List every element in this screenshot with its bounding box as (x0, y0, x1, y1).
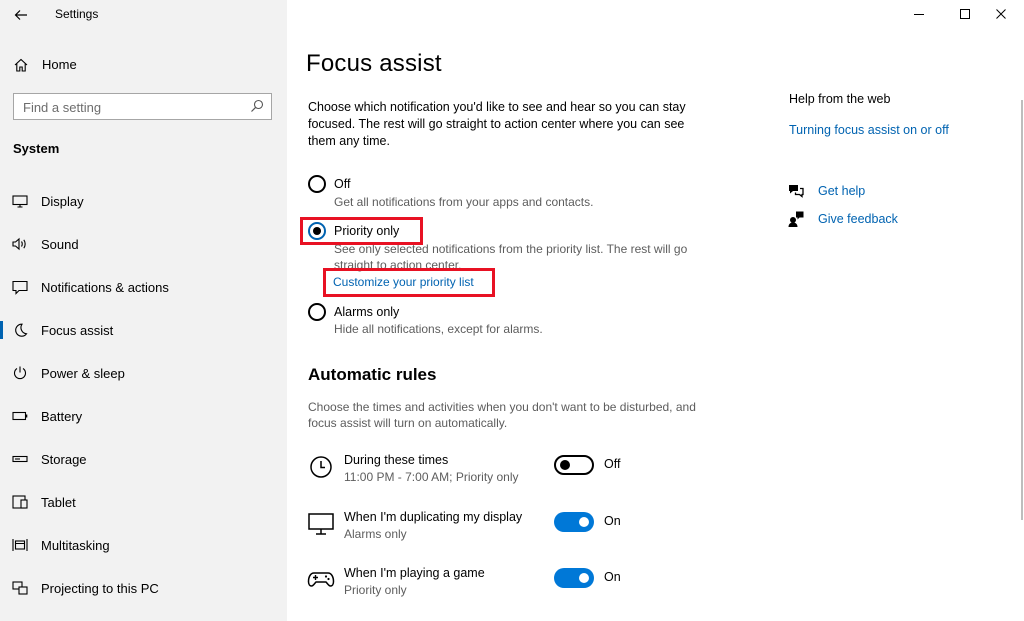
sidebar-item-label: Display (41, 194, 84, 209)
chat-help-icon (789, 185, 804, 198)
close-icon (996, 9, 1006, 19)
rule-toggle[interactable] (554, 568, 594, 588)
app-title: Settings (55, 7, 99, 21)
toggle-state: On (604, 514, 621, 528)
active-indicator (0, 321, 3, 339)
radio-alarms-only[interactable] (308, 303, 326, 321)
sidebar-item-label: Tablet (41, 495, 76, 510)
minimize-icon (914, 14, 924, 15)
projecting-icon (12, 581, 28, 595)
sidebar-item-label: Notifications & actions (41, 280, 169, 295)
sidebar-item-home[interactable]: Home (0, 48, 287, 82)
sidebar-item-label: Storage (41, 452, 87, 467)
display-icon (12, 195, 28, 208)
sidebar-item-sound[interactable]: Sound (0, 227, 287, 261)
search-input[interactable] (23, 98, 243, 116)
toggle-state: On (604, 570, 621, 584)
rail-item-label: Get help (818, 184, 866, 198)
sidebar-item-multitasking[interactable]: Multitasking (0, 528, 287, 562)
sidebar-item-label: Multitasking (41, 538, 110, 553)
option-off[interactable]: Off (308, 174, 350, 194)
sidebar-item-tablet[interactable]: Tablet (0, 485, 287, 519)
monitor-icon (308, 513, 334, 535)
option-description: Hide all notifications, except for alarm… (334, 322, 543, 336)
sidebar-item-label: Projecting to this PC (41, 581, 159, 596)
option-label: Off (334, 177, 351, 191)
battery-icon (12, 411, 28, 421)
rule-subtitle: 11:00 PM - 7:00 AM; Priority only (344, 470, 519, 484)
rules-description: Choose the times and activities when you… (308, 400, 696, 430)
storage-icon (12, 455, 28, 463)
rule-title: During these times (344, 453, 449, 467)
help-link-focus-assist[interactable]: Turning focus assist on or off (789, 123, 949, 137)
intro-text: Choose which notification you'd like to … (308, 100, 686, 148)
toggle-state: Off (604, 457, 621, 471)
tablet-icon (12, 495, 28, 509)
rule-toggle[interactable] (554, 512, 594, 532)
sound-icon (12, 237, 26, 251)
sidebar-item-label: Battery (41, 409, 83, 424)
customize-priority-link[interactable]: Customize your priority list (333, 275, 476, 289)
sidebar: Settings Home System Display Sound Notif… (0, 0, 287, 621)
clock-icon (310, 456, 332, 478)
multitasking-icon (12, 539, 28, 551)
rule-subtitle: Alarms only (344, 527, 407, 541)
option-description: See only selected notifications from the… (334, 242, 688, 272)
sidebar-item-notifications[interactable]: Notifications & actions (0, 270, 287, 304)
toggle-knob (579, 517, 589, 527)
toggle-knob (579, 573, 589, 583)
search-icon (251, 99, 264, 112)
option-alarms-only[interactable]: Alarms only (308, 302, 399, 322)
rule-toggle[interactable] (554, 455, 594, 475)
feedback-icon (788, 211, 804, 227)
sidebar-item-label: Focus assist (41, 323, 114, 338)
minimize-button[interactable] (896, 0, 942, 28)
sidebar-item-storage[interactable]: Storage (0, 442, 287, 476)
radio-off[interactable] (308, 175, 326, 193)
rules-heading: Automatic rules (308, 365, 437, 384)
option-description: Get all notifications from your apps and… (334, 195, 594, 209)
sidebar-item-display[interactable]: Display (0, 184, 287, 218)
power-icon (13, 366, 27, 380)
search-field[interactable] (13, 93, 272, 120)
maximize-icon (960, 9, 970, 19)
scrollbar[interactable] (1021, 100, 1023, 520)
option-label: Priority only (334, 224, 400, 238)
back-button[interactable] (6, 2, 36, 28)
sidebar-item-battery[interactable]: Battery (0, 399, 287, 433)
sidebar-item-power-sleep[interactable]: Power & sleep (0, 356, 287, 390)
help-heading: Help from the web (789, 92, 891, 106)
rule-title: When I'm playing a game (344, 566, 485, 580)
close-button[interactable] (978, 0, 1024, 28)
moon-icon (15, 323, 28, 337)
home-icon (14, 58, 28, 72)
sidebar-item-focus-assist[interactable]: Focus assist (0, 313, 287, 347)
page-title: Focus assist (306, 50, 442, 77)
toggle-knob (560, 460, 570, 470)
sidebar-item-projecting[interactable]: Projecting to this PC (0, 571, 287, 605)
notifications-icon (12, 280, 28, 295)
section-label: System (13, 141, 60, 156)
option-label: Alarms only (334, 305, 400, 319)
rule-title: When I'm duplicating my display (344, 510, 523, 524)
gamepad-icon (307, 572, 335, 587)
back-arrow-icon (14, 10, 27, 20)
rule-subtitle: Priority only (344, 583, 407, 597)
option-priority-only[interactable]: Priority only (308, 221, 399, 241)
sidebar-item-label: Power & sleep (41, 366, 125, 381)
sidebar-item-label: Sound (41, 237, 79, 252)
sidebar-item-label: Home (42, 57, 77, 72)
radio-priority-only[interactable] (308, 222, 326, 240)
rail-item-label: Give feedback (818, 212, 898, 226)
